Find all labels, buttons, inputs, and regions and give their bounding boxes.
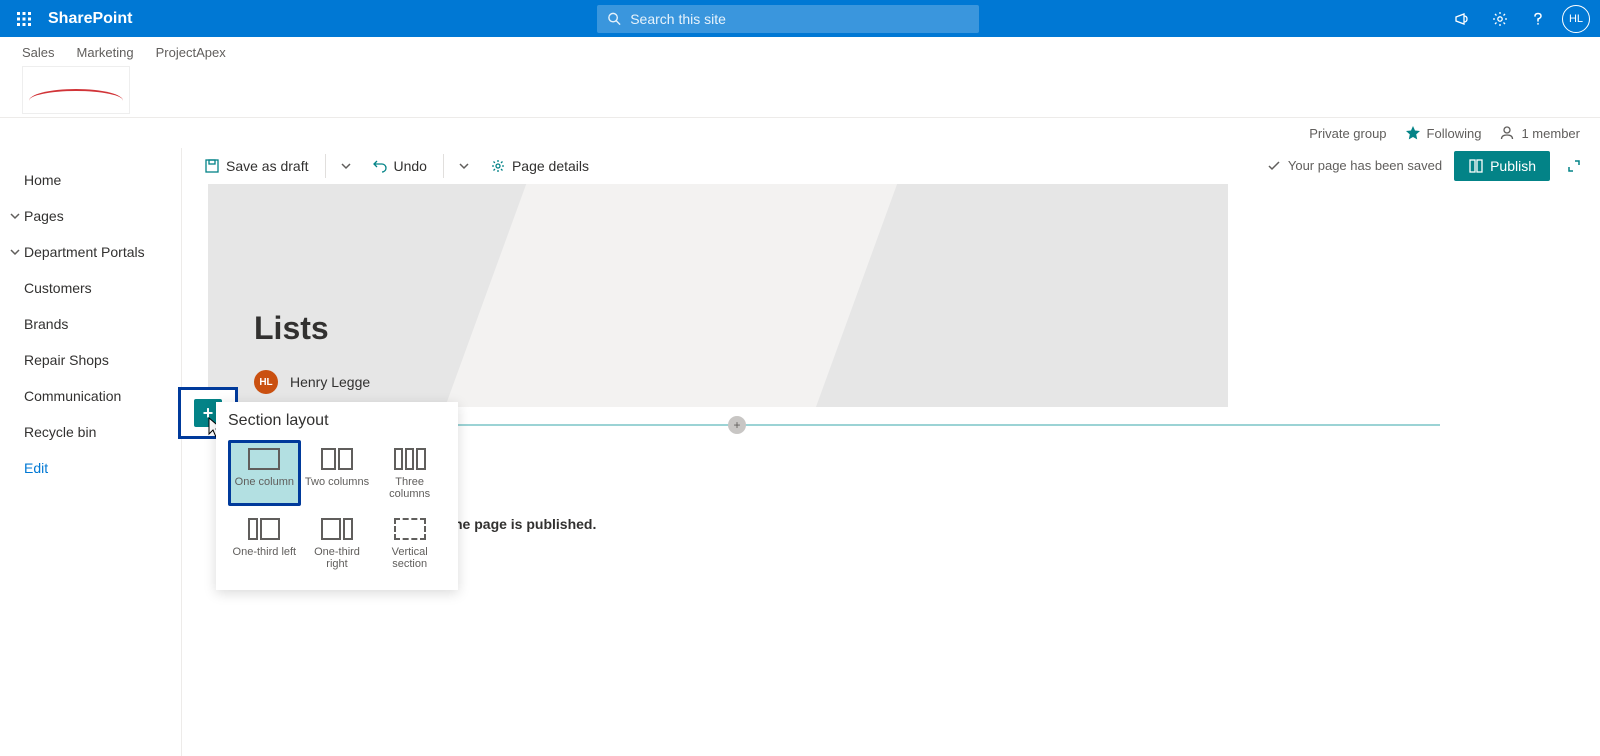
me-control[interactable]: HL [1558,1,1594,37]
layout-one-column-icon [248,448,280,470]
undo-button[interactable]: Undo [364,150,435,182]
search-input[interactable] [630,11,969,27]
checkmark-icon [1266,158,1282,174]
separator [325,154,326,178]
me-initials: HL [1562,5,1590,33]
main-area: Save as draft Undo Page details Yo [182,148,1600,756]
site-logo[interactable] [22,66,130,114]
megaphone-button[interactable] [1444,1,1480,37]
layout-one-column[interactable]: One column [228,440,301,506]
chevron-down-icon [6,210,24,222]
left-navigation: Home Pages Department Portals Customers … [0,148,182,756]
layout-one-third-right[interactable]: One-third right [301,510,374,576]
nav-recycle-bin[interactable]: Recycle bin [0,414,181,450]
nav-communication[interactable]: Communication [0,378,181,414]
search-icon [607,11,622,27]
flyout-title: Section layout [228,412,446,430]
nav-customers[interactable]: Customers [0,270,181,306]
chevron-down-icon [340,160,352,172]
undo-chevron[interactable] [452,150,476,182]
app-launcher[interactable] [6,1,42,37]
nav-department-portals[interactable]: Department Portals [0,234,181,270]
page-details-button[interactable]: Page details [482,150,597,182]
nav-edit-link[interactable]: Edit [0,450,181,486]
members-button[interactable]: 1 member [1499,125,1580,141]
page-canvas: Lists HL Henry Legge + + Section layout [208,184,1600,407]
layout-two-columns-icon [321,448,353,470]
help-icon [1530,11,1546,27]
hero-section[interactable]: Lists HL Henry Legge [208,184,1228,407]
privacy-label: Private group [1309,126,1386,141]
suite-header: SharePoint HL [0,0,1600,37]
expand-button[interactable] [1562,150,1586,182]
saved-message: Your page has been saved [1266,158,1442,174]
chevron-down-icon [458,160,470,172]
person-icon [1499,125,1515,141]
settings-button[interactable] [1482,1,1518,37]
publish-button[interactable]: Publish [1454,151,1550,181]
nav-home[interactable]: Home [0,162,181,198]
layout-one-third-left[interactable]: One-third left [228,510,301,576]
layout-two-columns[interactable]: Two columns [301,440,374,506]
layout-vertical-section[interactable]: Vertical section [373,510,446,576]
layout-three-columns-icon [394,448,426,470]
hub-area: Sales Marketing ProjectApex [0,37,1600,118]
comments-hint: he page is published. [454,516,596,532]
hub-link[interactable]: ProjectApex [156,45,226,60]
publish-icon [1468,158,1484,174]
page-author: HL Henry Legge [254,370,370,394]
author-name: Henry Legge [290,374,370,390]
chevron-down-icon [6,246,24,258]
page-title[interactable]: Lists [254,310,329,347]
nav-brands[interactable]: Brands [0,306,181,342]
search-box[interactable] [597,5,979,33]
layout-three-columns[interactable]: Three columns [373,440,446,506]
star-icon [1405,125,1421,141]
undo-icon [372,158,388,174]
hub-link[interactable]: Marketing [77,45,134,60]
section-layout-flyout: Section layout One column Two columns Th… [216,402,458,590]
gear-icon [1492,11,1508,27]
author-avatar: HL [254,370,278,394]
app-name[interactable]: SharePoint [48,10,132,28]
nav-repair-shops[interactable]: Repair Shops [0,342,181,378]
site-info-row: Private group Following 1 member [0,118,1600,148]
layout-one-third-left-icon [248,518,280,540]
save-draft-chevron[interactable] [334,150,358,182]
expand-icon [1566,158,1582,174]
layout-vertical-section-icon [394,518,426,540]
gear-icon [490,158,506,174]
megaphone-icon [1454,11,1470,27]
following-button[interactable]: Following [1405,125,1482,141]
hub-links: Sales Marketing ProjectApex [22,37,1600,60]
save-as-draft-button[interactable]: Save as draft [196,150,317,182]
hub-link[interactable]: Sales [22,45,55,60]
help-button[interactable] [1520,1,1556,37]
nav-pages[interactable]: Pages [0,198,181,234]
waffle-icon [16,11,32,27]
command-bar: Save as draft Undo Page details Yo [182,148,1600,184]
separator [443,154,444,178]
layout-one-third-right-icon [321,518,353,540]
add-webpart-button[interactable]: + [728,416,746,434]
save-icon [204,158,220,174]
